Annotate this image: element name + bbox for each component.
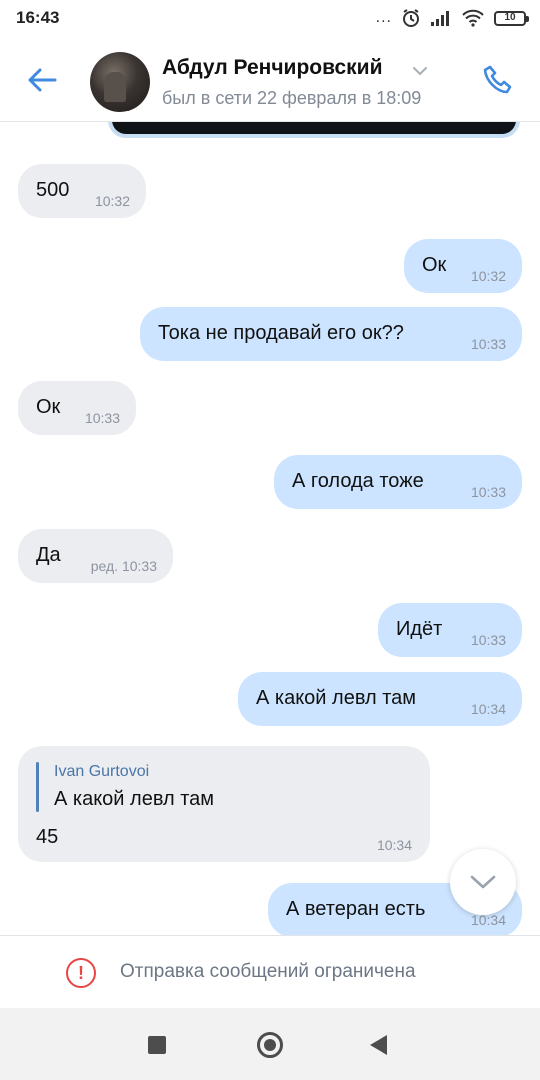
message-time: 10:33	[84, 410, 120, 426]
message-text: Ок	[36, 396, 61, 418]
message-incoming-reply[interactable]: Ivan Gurtovoi А какой левл там 45 10:34	[18, 746, 430, 862]
restriction-text: Отправка сообщений ограничена	[120, 961, 416, 982]
notification-dots-icon: ...	[375, 9, 392, 26]
back-button[interactable]	[22, 60, 62, 100]
call-button[interactable]	[478, 60, 518, 100]
message-incoming[interactable]: Ок 10:33	[18, 381, 136, 435]
scroll-down-button[interactable]	[450, 849, 516, 915]
chevron-down-icon[interactable]	[412, 66, 428, 76]
message-outgoing[interactable]: А голода тоже 10:33	[274, 455, 522, 509]
phone-icon	[483, 65, 512, 94]
chat-header: Абдул Ренчировский был в сети 22 февраля…	[0, 38, 540, 122]
status-bar: 16:43 ... 10	[0, 0, 540, 38]
message-outgoing[interactable]: Ок 10:32	[404, 239, 522, 293]
message-list[interactable]: 500 10:32 Ок 10:32 Тока не продавай его …	[0, 122, 540, 935]
message-time: 10:32	[470, 268, 506, 284]
message-time: 10:34	[470, 701, 506, 717]
status-time: 16:43	[16, 8, 60, 27]
signal-icon	[431, 11, 449, 26]
chat-screen: 16:43 ... 10 Абдул Ренчировский был в се…	[0, 0, 540, 1080]
message-text: Идёт	[396, 618, 443, 640]
message-incoming[interactable]: 500 10:32	[18, 164, 146, 218]
message-time: 10:32	[94, 193, 130, 209]
messaging-restricted-bar: ! Отправка сообщений ограничена	[0, 935, 540, 1008]
message-time: 10:33	[470, 484, 506, 500]
alarm-icon	[403, 9, 419, 27]
message-text: Да	[36, 544, 61, 566]
message-time: 10:33	[470, 336, 506, 352]
message-time: ред. 10:33	[90, 558, 157, 574]
message-time: 10:33	[470, 632, 506, 648]
message-text: А какой левл там	[256, 687, 417, 709]
reply-author[interactable]: Ivan Gurtovoi	[54, 763, 149, 781]
contact-name[interactable]: Абдул Ренчировский	[162, 56, 383, 80]
warning-icon: !	[66, 958, 96, 988]
message-text: А голода тоже	[292, 470, 424, 492]
home-button[interactable]	[257, 1032, 283, 1058]
arrow-left-icon	[28, 68, 57, 92]
message-outgoing[interactable]: А какой левл там 10:34	[238, 672, 522, 726]
message-text: А ветеран есть	[286, 898, 426, 920]
status-icons: ... 10	[375, 7, 529, 29]
wifi-icon	[462, 9, 484, 27]
message-outgoing[interactable]: Идёт 10:33	[378, 603, 522, 657]
battery-icon: 10	[494, 10, 529, 26]
reply-quote: А какой левл там	[54, 788, 215, 810]
message-text: 500	[36, 179, 70, 201]
reply-bar	[36, 762, 39, 812]
system-back-button[interactable]	[370, 1035, 387, 1055]
chevron-down-icon	[470, 875, 496, 889]
system-nav-bar	[0, 1008, 540, 1080]
message-time: 10:34	[376, 837, 412, 853]
message-text: Тока не продавай его ок??	[158, 322, 404, 344]
last-seen-status: был в сети 22 февраля в 18:09	[162, 88, 422, 108]
avatar[interactable]	[90, 52, 150, 112]
photo-attachment[interactable]	[108, 122, 520, 138]
message-text: Ок	[422, 254, 447, 276]
message-incoming[interactable]: Да ред. 10:33	[18, 529, 173, 583]
recent-apps-button[interactable]	[148, 1036, 166, 1054]
message-outgoing[interactable]: Тока не продавай его ок?? 10:33	[140, 307, 522, 361]
message-text: 45	[36, 826, 59, 848]
